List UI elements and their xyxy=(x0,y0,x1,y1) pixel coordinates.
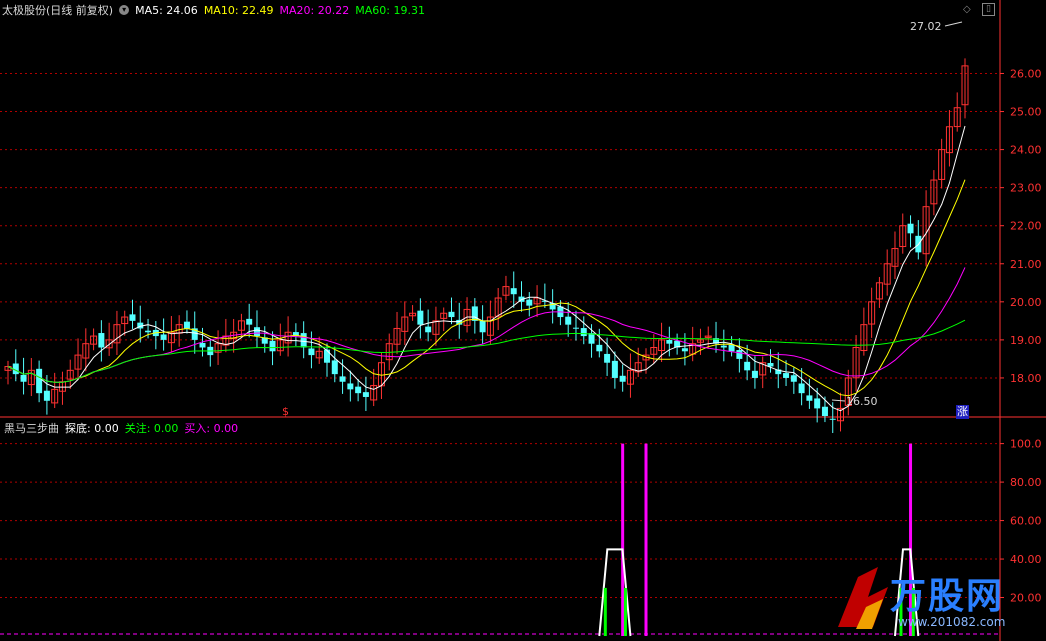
candle-body-down xyxy=(744,361,751,371)
candle-body-down xyxy=(129,314,136,321)
candle-body-down xyxy=(681,348,688,352)
candle-body-down xyxy=(199,342,206,348)
y-tick-label: 21.00 xyxy=(1010,258,1042,271)
watermark: 万股网 www.201082.com xyxy=(828,557,1038,637)
candle-body-down xyxy=(588,333,595,344)
candle-body-down xyxy=(596,344,603,352)
y-tick-label: 24.00 xyxy=(1010,144,1042,157)
y-tick-label: 18.00 xyxy=(1010,372,1042,385)
candle-body-down xyxy=(417,310,424,325)
sub-title: 黑马三步曲 xyxy=(4,422,59,435)
candle-body-down xyxy=(160,334,167,340)
ma-line-ma60 xyxy=(7,319,966,383)
candle-body-down xyxy=(526,299,533,306)
sub-panel-header: 黑马三步曲 探底: 0.00 关注: 0.00 买入: 0.00 xyxy=(4,420,238,436)
candle-body-down xyxy=(572,327,579,329)
candle-body-down xyxy=(510,288,517,295)
candle-body-down xyxy=(347,383,354,390)
candle-body-down xyxy=(728,344,735,352)
y-tick-label: 22.00 xyxy=(1010,220,1042,233)
candle-body-down xyxy=(331,360,338,375)
low-price-marker: 16.50 xyxy=(846,395,878,408)
candle-body-down xyxy=(355,386,362,394)
high-price-marker: 27.02 xyxy=(910,20,942,33)
candle-body-down xyxy=(253,327,260,337)
candle-body-down xyxy=(565,316,572,325)
signal-label: 涨 xyxy=(956,405,969,419)
y-tick-label: 26.00 xyxy=(1010,67,1042,80)
candle-body-down xyxy=(145,330,152,333)
candle-body-down xyxy=(308,348,315,356)
ma-line-ma5 xyxy=(7,125,966,412)
candle-body-down xyxy=(907,223,914,234)
candle-body-down xyxy=(324,349,330,363)
y-tick-label: 25.00 xyxy=(1010,106,1042,119)
candle-body-down xyxy=(246,318,253,325)
diamond-icon[interactable]: ◇ xyxy=(963,3,971,17)
candle-body-down xyxy=(798,383,805,394)
panel-settings-icon[interactable]: ▯ xyxy=(982,3,995,16)
candle-body-down xyxy=(425,326,432,333)
candle-body-down xyxy=(806,395,813,401)
candle-body-down xyxy=(300,333,307,348)
candle-body-down xyxy=(619,375,626,382)
guanzhu-label: 关注: 0.00 xyxy=(124,422,179,435)
sub-y-tick-label: 100.0 xyxy=(1010,438,1042,451)
stock-chart: 26.00 25.00 24.00 23.00 22.00 21.00 20.00 19.00… xyxy=(0,0,1046,641)
candle-body-down xyxy=(736,350,743,359)
candle-body-down xyxy=(183,321,190,329)
watermark-brand: 万股网 xyxy=(890,576,1005,617)
candle-body-down xyxy=(362,392,369,397)
high-marker-arrow xyxy=(944,21,963,27)
sub-y-tick-label: 80.00 xyxy=(1010,476,1042,489)
ma20-label: MA20: 20.22 xyxy=(279,3,350,17)
candle-body-down xyxy=(448,311,455,318)
candle-body-down xyxy=(783,373,790,378)
ma10-label: MA10: 22.49 xyxy=(203,3,274,17)
y-tick-label: 23.00 xyxy=(1010,182,1042,195)
candle-body-down xyxy=(580,328,587,337)
candle-body-down xyxy=(751,370,758,378)
ma-line-ma10 xyxy=(7,179,966,397)
dropdown-icon[interactable]: ▾ xyxy=(119,5,130,15)
candle-body-down xyxy=(339,376,346,382)
ma60-label: MA60: 19.31 xyxy=(355,3,425,17)
candle-body-down xyxy=(479,320,486,333)
watermark-url: www.201082.com xyxy=(898,615,1006,629)
ma5-label: MA5: 24.06 xyxy=(135,3,198,17)
low-marker-arrow xyxy=(831,399,846,402)
candle-body-down xyxy=(604,353,611,363)
candle-body-down xyxy=(790,375,797,382)
ma-line-ma20 xyxy=(7,267,966,383)
candle-body-down xyxy=(666,339,673,344)
candle-body-down xyxy=(829,418,836,420)
y-tick-label: 20.00 xyxy=(1010,296,1042,309)
chart-title: 太极股份(日线 前复权) xyxy=(2,4,114,17)
sub-y-tick-label: 60.00 xyxy=(1010,515,1042,528)
candle-body-down xyxy=(720,345,727,348)
candle-body-down xyxy=(821,406,828,416)
y-tick-label: 19.00 xyxy=(1010,334,1042,347)
candle-body-down xyxy=(611,360,618,378)
candle-body-down xyxy=(814,398,821,409)
candle-body-down xyxy=(471,306,478,321)
candle-body-down xyxy=(98,333,105,348)
bottom-mark: $ xyxy=(282,405,289,418)
candle-body-down xyxy=(36,368,43,394)
candle-body-down xyxy=(43,390,50,401)
tandi-label: 探底: 0.00 xyxy=(65,422,119,435)
candle-body-down xyxy=(269,340,276,352)
mairu-label: 买入: 0.00 xyxy=(184,422,239,435)
candle-body-down xyxy=(20,374,27,382)
main-panel-header: 太极股份(日线 前复权) ▾ MA5: 24.06 MA10: 22.49 MA… xyxy=(2,2,425,18)
